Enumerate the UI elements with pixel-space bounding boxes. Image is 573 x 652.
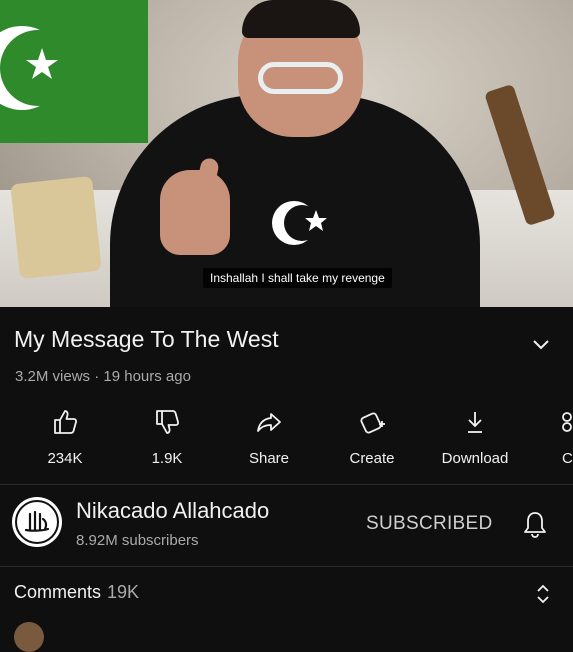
meta-separator: · <box>94 368 100 385</box>
flag-image <box>0 0 148 143</box>
download-button[interactable]: Download <box>430 400 520 467</box>
divider <box>0 566 573 567</box>
subscribed-button[interactable]: SUBSCRIBED <box>366 513 493 535</box>
comments-header[interactable]: Comments 19K <box>14 582 139 603</box>
money-stack-image <box>10 175 102 280</box>
divider <box>0 484 573 485</box>
share-label: Share <box>248 450 290 467</box>
crescent-star-icon <box>272 201 327 245</box>
create-icon <box>360 412 385 434</box>
download-label: Download <box>441 450 509 467</box>
comments-count: 19K <box>107 582 140 602</box>
create-button[interactable]: Create <box>327 400 417 467</box>
view-count: 3.2M views <box>15 368 91 385</box>
like-button[interactable]: 234K <box>20 400 110 467</box>
clip-button[interactable]: C <box>520 400 573 467</box>
share-icon <box>257 413 281 432</box>
commenter-avatar <box>14 622 44 652</box>
download-icon <box>468 412 482 433</box>
comments-label: Comments <box>14 582 102 602</box>
channel-avatar[interactable] <box>12 497 62 547</box>
upload-age: 19 hours ago <box>103 368 191 385</box>
dislike-count: 1.9K <box>151 450 183 467</box>
subscriber-count: 8.92M subscribers <box>76 532 199 549</box>
video-title: My Message To The West <box>14 326 279 352</box>
person-hair <box>242 0 360 38</box>
cpap-mask <box>258 62 343 94</box>
thumbs-down-icon <box>156 410 180 434</box>
chevron-down-icon[interactable] <box>529 332 553 356</box>
allah-calligraphy-icon <box>15 500 59 544</box>
clip-icon <box>562 412 572 432</box>
expand-collapse-icon[interactable] <box>533 582 553 606</box>
thumbs-up-icon <box>54 410 78 434</box>
video-caption: Inshallah I shall take my revenge <box>203 268 392 288</box>
share-button[interactable]: Share <box>224 400 314 467</box>
create-label: Create <box>349 450 395 467</box>
dislike-button[interactable]: 1.9K <box>122 400 212 467</box>
bell-icon[interactable] <box>521 509 549 539</box>
video-player[interactable]: Inshallah I shall take my revenge <box>0 0 573 307</box>
channel-name[interactable]: Nikacado Allahcado <box>76 498 269 524</box>
video-meta: 3.2M views · 19 hours ago <box>15 368 191 385</box>
clip-label: C <box>562 450 573 467</box>
action-bar: 234K 1.9K Share Create Download C <box>0 400 573 470</box>
like-count: 234K <box>47 450 83 467</box>
